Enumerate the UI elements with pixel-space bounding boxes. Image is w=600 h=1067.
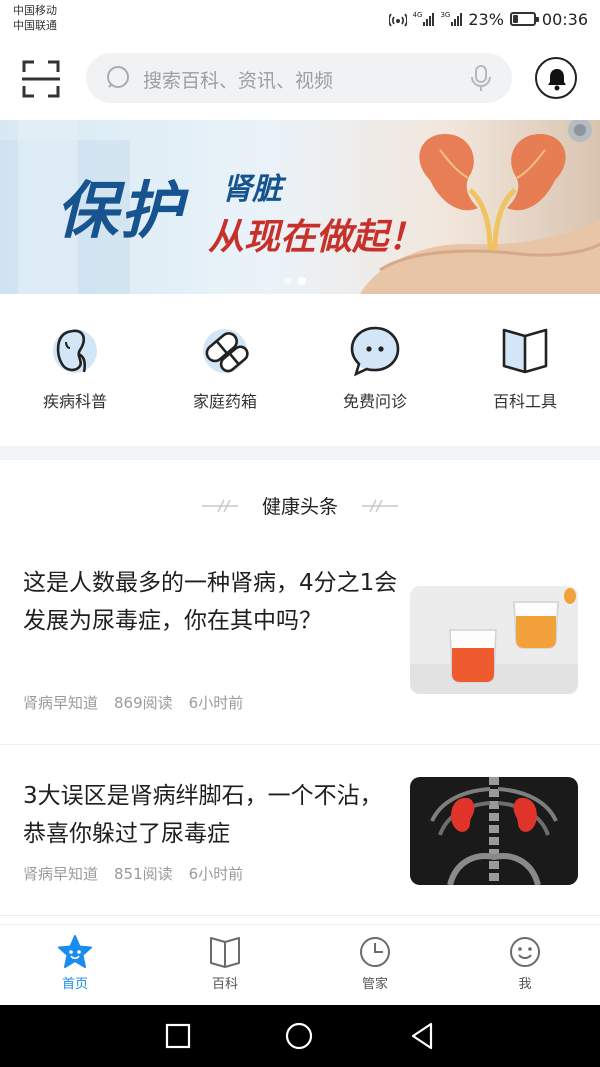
quick-entry-consult[interactable]: 免费问诊 (300, 324, 450, 424)
nav-home[interactable]: 首页 (0, 935, 150, 1001)
list-divider (0, 915, 600, 916)
app-header: 搜索百科、资讯、视频 (0, 40, 600, 118)
microphone-icon[interactable] (470, 64, 492, 92)
home-circle-icon[interactable] (284, 1021, 314, 1051)
book-icon (210, 937, 240, 968)
status-bar: 中国移动 中国联通 4G 3G 23% 00:36 (0, 0, 600, 40)
article-title: 这是人数最多的一种肾病，4分之1会发展为尿毒症，你在其中吗？ (23, 570, 398, 634)
article-meta: 肾病早知道 851阅读 6小时前 (23, 863, 259, 884)
search-input[interactable]: 搜索百科、资讯、视频 (86, 53, 512, 103)
promo-banner[interactable]: 保护 肾脏 从现在做起！ (0, 120, 600, 294)
article-reads: 851阅读 (114, 865, 173, 883)
quick-entry-label: 家庭药箱 (192, 392, 257, 411)
quick-entry-disease[interactable]: 疾病科普 (0, 324, 150, 424)
carousel-dot (284, 277, 292, 285)
article-source: 肾病早知道 (23, 694, 99, 712)
hotspot-icon (388, 13, 407, 27)
quick-entry-label: 百科工具 (492, 392, 557, 411)
article-item[interactable]: 3大误区是肾病绊脚石，一个不沾，恭喜你躲过了尿毒症 肾病早知道 851阅读 6小时前 (0, 745, 600, 915)
quick-entry-tools[interactable]: 百科工具 (450, 324, 600, 424)
star-face-icon (58, 935, 92, 968)
article-source: 肾病早知道 (23, 865, 99, 883)
article-time: 6小时前 (188, 694, 244, 712)
nav-me[interactable]: 我 (450, 935, 600, 1001)
quick-entry-label: 免费问诊 (342, 392, 407, 411)
section-header: 健康头条 (0, 478, 600, 534)
article-meta: 肾病早知道 869阅读 6小时前 (23, 692, 259, 713)
carousel-indicator (284, 277, 306, 285)
article-reads: 869阅读 (114, 694, 173, 712)
nav-label: 管家 (361, 977, 388, 992)
network-type-2: 3G (440, 11, 451, 19)
banner-subtitle: 从现在做起！ (208, 216, 425, 258)
scan-icon[interactable] (22, 60, 60, 98)
book-icon (502, 328, 548, 374)
recents-icon[interactable] (163, 1021, 193, 1051)
article-title: 3大误区是肾病绊脚石，一个不沾，恭喜你躲过了尿毒症 (23, 783, 383, 847)
carrier-2: 中国联通 (13, 19, 57, 32)
status-indicators: 4G 3G 23% 00:36 (388, 8, 588, 30)
carrier-info: 中国移动 中国联通 (13, 3, 57, 33)
section-divider (0, 446, 600, 460)
battery-percent: 23% (468, 9, 504, 29)
banner-title-big: 保护 (56, 174, 185, 247)
carousel-dot-active (298, 277, 306, 285)
quick-entries: 疾病科普 家庭药箱 免费问诊 百科工具 (0, 294, 600, 446)
notification-button[interactable] (535, 57, 577, 99)
quick-entry-label: 疾病科普 (42, 392, 107, 411)
nav-encyclopedia[interactable]: 百科 (150, 935, 300, 1001)
carrier-1: 中国移动 (13, 4, 57, 17)
banner-title-small: 肾脏 (222, 172, 282, 207)
network-type-1: 4G (412, 11, 423, 19)
nav-label: 首页 (61, 977, 88, 992)
smiley-icon (510, 937, 540, 967)
kidney-icon (53, 329, 97, 373)
signal-icon-1 (423, 12, 435, 26)
article-thumbnail (410, 586, 578, 694)
back-icon[interactable] (407, 1021, 437, 1051)
article-time: 6小时前 (188, 865, 244, 883)
bell-icon (548, 69, 566, 91)
search-icon (107, 66, 129, 88)
chat-bubble-icon (350, 326, 400, 377)
section-title: 健康头条 (261, 496, 338, 518)
article-thumbnail (410, 777, 578, 885)
title-decoration-right (362, 499, 398, 513)
nav-manager[interactable]: 管家 (300, 935, 450, 1001)
clock-time: 00:36 (541, 9, 588, 29)
quick-entry-medicine[interactable]: 家庭药箱 (150, 324, 300, 424)
nav-label: 我 (518, 977, 532, 992)
clock-icon (360, 937, 390, 967)
search-placeholder: 搜索百科、资讯、视频 (143, 70, 334, 92)
pill-icon (203, 329, 249, 373)
battery-icon (509, 12, 539, 26)
bottom-nav: 首页 百科 管家 我 (0, 924, 600, 1005)
signal-icon-2 (451, 12, 463, 26)
system-nav-bar (0, 1005, 600, 1067)
nav-label: 百科 (211, 977, 238, 992)
article-item[interactable]: 这是人数最多的一种肾病，4分之1会发展为尿毒症，你在其中吗？ 肾病早知道 869阅… (0, 552, 600, 744)
